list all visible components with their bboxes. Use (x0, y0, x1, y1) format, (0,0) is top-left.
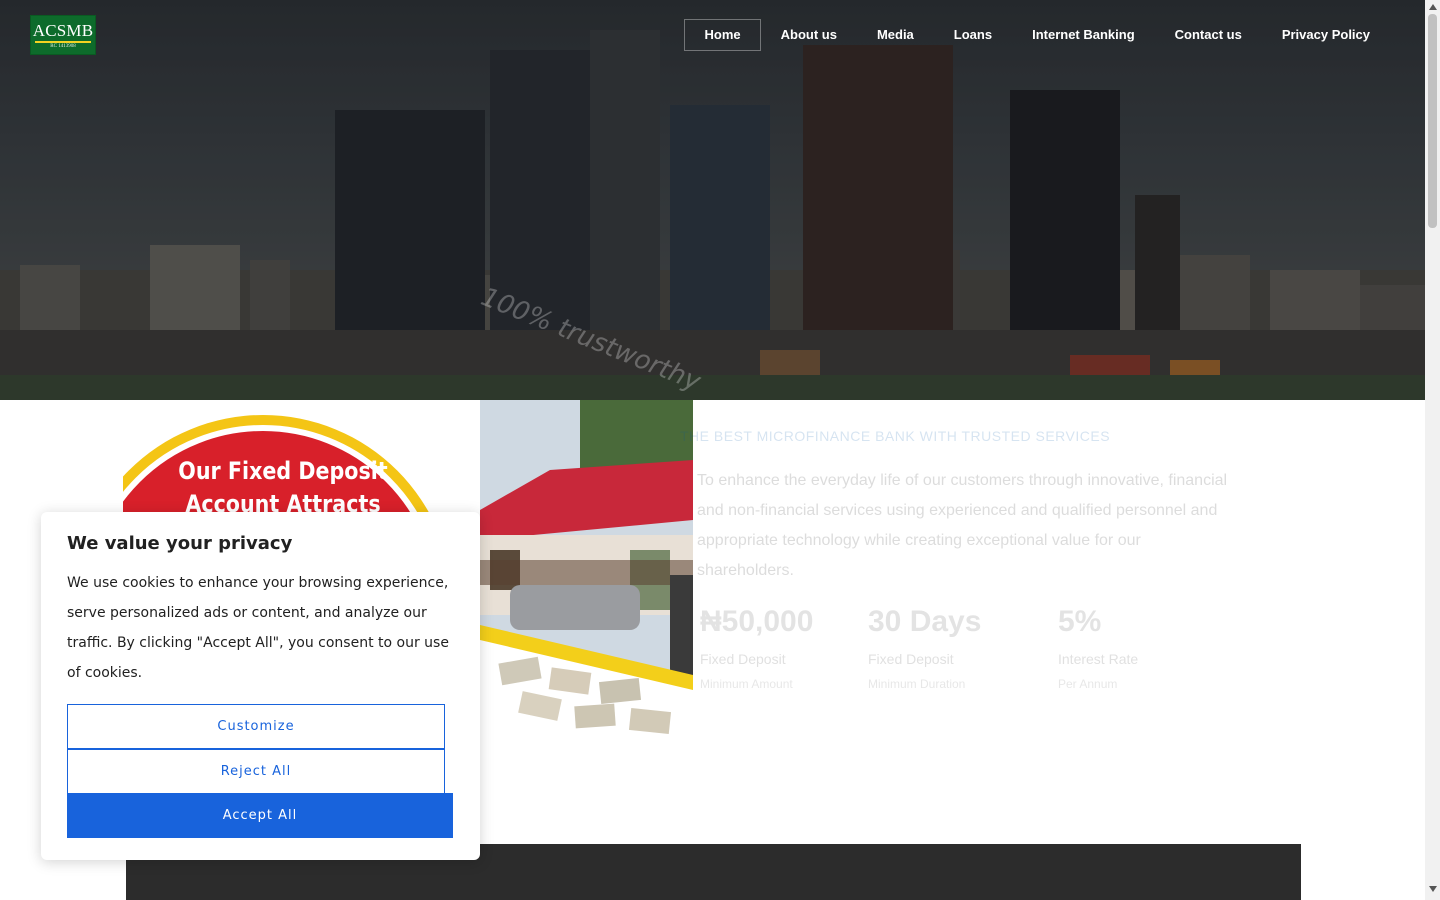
main-navigation: Home About us Media Loans Internet Banki… (684, 19, 1390, 51)
logo-underline (35, 40, 91, 43)
cookie-consent-dialog: We value your privacy We use cookies to … (41, 512, 480, 860)
stat-label: Fixed Deposit (868, 651, 954, 667)
stat-item: 30 Days Fixed Deposit Minimum Duration (868, 605, 981, 691)
page-scrollbar[interactable] (1425, 0, 1440, 900)
stat-item: 5% Interest Rate Per Annum (1058, 605, 1138, 691)
nav-item-media[interactable]: Media (857, 19, 934, 51)
accept-all-button[interactable]: Accept All (67, 793, 453, 838)
nav-item-loans[interactable]: Loans (934, 19, 1012, 51)
intro-paragraph: To enhance the everyday life of our cust… (697, 472, 1228, 579)
hero-overlay (0, 0, 1425, 400)
scroll-up-arrow-icon[interactable] (1429, 4, 1437, 10)
scroll-down-arrow-icon[interactable] (1429, 886, 1437, 892)
hero-banner: 100% trustworthy (0, 0, 1425, 400)
nav-item-internet-banking[interactable]: Internet Banking (1012, 19, 1155, 51)
stat-subtext: Minimum Amount (700, 677, 793, 691)
site-logo[interactable]: ACSMB RC 1413908 (30, 15, 96, 55)
stat-value: 30 Days (868, 605, 982, 638)
intro-heading: THE BEST MICROFINANCE BANK WITH TRUSTED … (680, 428, 1111, 444)
promo-headline-line1: Our Fixed Deposit (178, 457, 388, 485)
cookie-description: We use cookies to enhance your browsing … (67, 575, 449, 681)
logo-text: ACSMB (32, 20, 94, 40)
stat-value: 5% (1058, 605, 1102, 638)
nav-item-home[interactable]: Home (684, 19, 761, 51)
stat-value: ₦50,000 (700, 605, 814, 638)
stat-label: Fixed Deposit (700, 651, 786, 667)
nav-item-contact-us[interactable]: Contact us (1155, 19, 1262, 51)
scrollbar-thumb[interactable] (1428, 14, 1437, 228)
stat-item: ₦50,000 Fixed Deposit Minimum Amount (700, 605, 813, 691)
nav-item-about-us[interactable]: About us (761, 19, 857, 51)
cookie-title: We value your privacy (67, 533, 293, 554)
stat-subtext: Per Annum (1058, 677, 1118, 691)
logo-subtext: RC 1413908 (50, 43, 76, 49)
page: 100% trustworthy ACSMB RC 1413908 Home A… (0, 0, 1440, 900)
customize-button[interactable]: Customize (67, 704, 445, 749)
bank-branch-illustration (480, 400, 693, 743)
bank-branch-photo (480, 400, 693, 743)
stat-subtext: Minimum Duration (868, 677, 966, 691)
nav-item-privacy-policy[interactable]: Privacy Policy (1262, 19, 1390, 51)
stat-label: Interest Rate (1058, 651, 1139, 667)
reject-all-button[interactable]: Reject All (67, 749, 445, 794)
